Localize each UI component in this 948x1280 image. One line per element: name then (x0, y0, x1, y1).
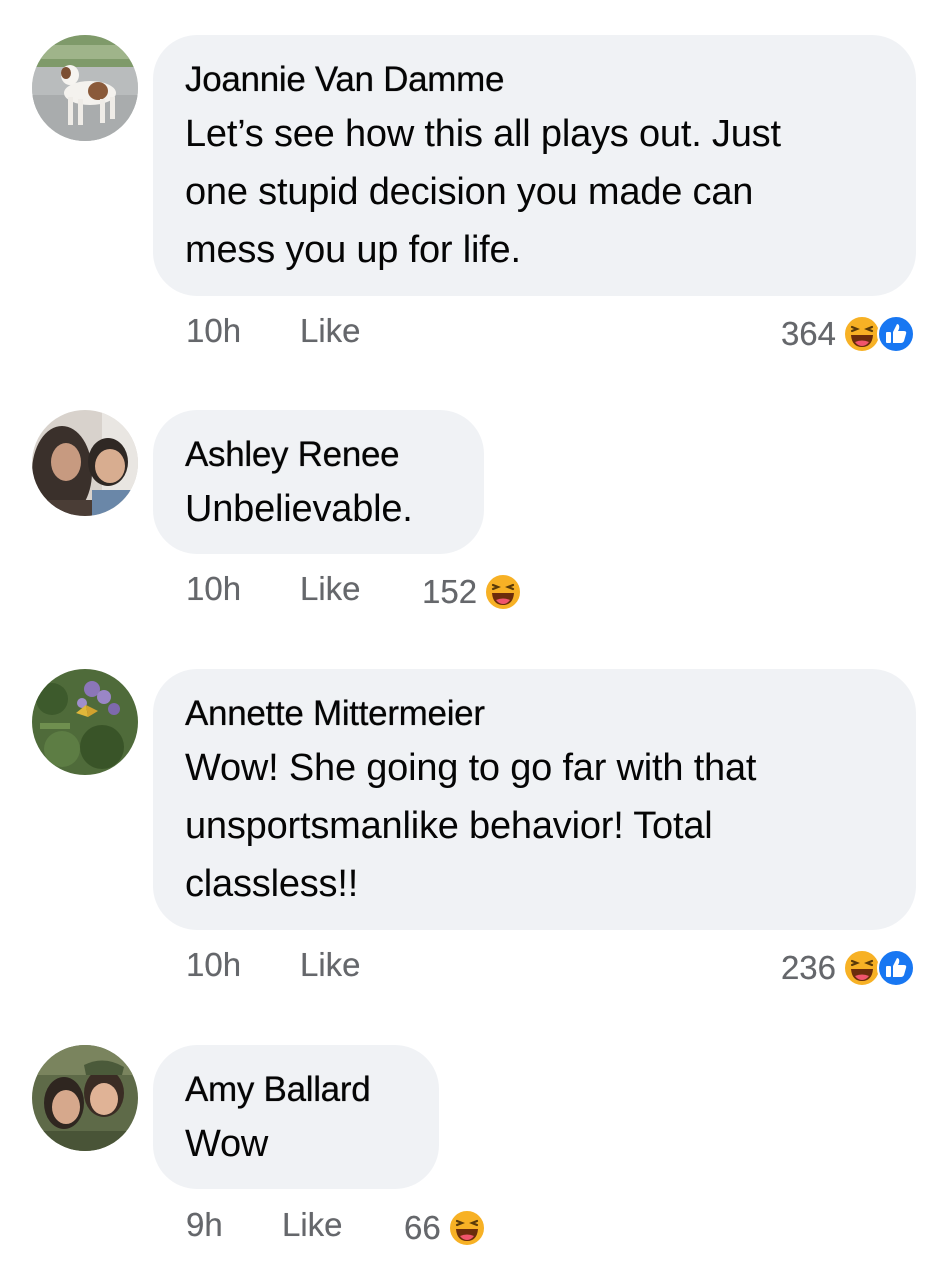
comment-text-line: one stupid decision you made can (185, 171, 754, 213)
comment-text-line: Wow (185, 1123, 269, 1165)
comment-meta: 10h Like 152 (186, 570, 916, 614)
reaction-count: 364 (780, 315, 836, 352)
comment-meta: 10h Like 364 (186, 312, 916, 356)
comment-text-line: Let’s see how this all plays out. Just (185, 113, 781, 155)
comment-bubble: Annette Mittermeier Wow! She going to go… (153, 669, 916, 930)
comment-time[interactable]: 9h (186, 1206, 223, 1244)
avatar-flowers-image (32, 669, 138, 775)
reaction-count: 66 (404, 1209, 441, 1246)
comment-author[interactable]: Ashley Renee (185, 434, 452, 476)
comment-text: Let’s see how this all plays out. Just o… (185, 105, 884, 279)
avatar[interactable] (32, 1045, 138, 1151)
avatar[interactable] (32, 669, 138, 775)
comment-text: Unbelievable. (185, 480, 452, 538)
like-button[interactable]: Like (300, 946, 361, 984)
avatar-photo-image (32, 410, 138, 516)
like-icon (876, 948, 916, 988)
comment-meta: 10h Like 236 (186, 946, 916, 990)
avatar[interactable] (32, 410, 138, 516)
like-button[interactable]: Like (282, 1206, 343, 1244)
comment-text-line: unsportsmanlike behavior! Total (185, 805, 713, 847)
comment-time[interactable]: 10h (186, 570, 241, 608)
reactions-summary[interactable]: 66 (404, 1206, 487, 1250)
comment-meta: 9h Like 66 (186, 1206, 916, 1250)
haha-icon (483, 572, 523, 612)
comment-author[interactable]: Annette Mittermeier (185, 693, 884, 735)
avatar[interactable] (32, 35, 138, 141)
comment-bubble: Amy Ballard Wow (153, 1045, 439, 1189)
reactions-summary[interactable]: 152 (422, 570, 523, 614)
comment-text-line: Wow! She going to go far with that (185, 747, 757, 789)
like-button[interactable]: Like (300, 312, 361, 350)
reaction-count: 152 (422, 573, 478, 610)
comment-time[interactable]: 10h (186, 312, 241, 350)
comment-text-line: mess you up for life. (185, 229, 521, 271)
comment-text: Wow! She going to go far with that unspo… (185, 739, 884, 913)
avatar-dog-image (32, 35, 138, 141)
comment-text-line: Unbelievable. (185, 488, 413, 530)
comment-author[interactable]: Joannie Van Damme (185, 59, 884, 101)
comment-author[interactable]: Amy Ballard (185, 1069, 407, 1111)
reaction-count: 236 (780, 949, 836, 986)
comment-text: Wow (185, 1115, 407, 1173)
comment-time[interactable]: 10h (186, 946, 241, 984)
like-icon (876, 314, 916, 354)
comment-bubble: Joannie Van Damme Let’s see how this all… (153, 35, 916, 296)
like-button[interactable]: Like (300, 570, 361, 608)
comment-text-line: classless!! (185, 863, 359, 905)
avatar-photo-image (32, 1045, 138, 1151)
reactions-summary[interactable]: 236 (781, 946, 916, 990)
haha-icon (447, 1208, 487, 1248)
reactions-summary[interactable]: 364 (781, 312, 916, 356)
comment-bubble: Ashley Renee Unbelievable. (153, 410, 484, 554)
